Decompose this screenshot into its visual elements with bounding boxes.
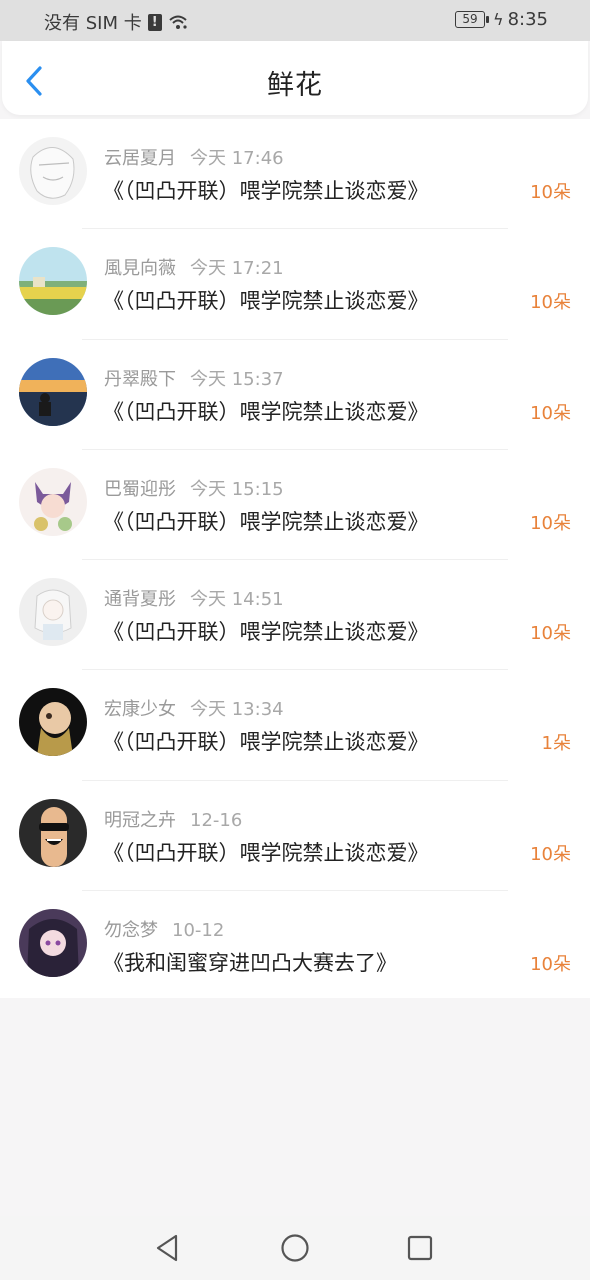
book-title: 《（凹凸开联）喂学院禁止谈恋爱》 — [103, 289, 429, 314]
flower-count: 10朵 — [530, 954, 571, 976]
flower-count: 10朵 — [530, 623, 571, 645]
username: 云居夏月 — [104, 148, 176, 169]
app-header: 鲜花 — [2, 41, 588, 115]
nav-back-button[interactable] — [152, 1232, 184, 1264]
list-item[interactable]: 巴蜀迎彤 今天 15:15 《（凹凸开联）喂学院禁止谈恋爱》 10朵 — [0, 450, 590, 561]
book-title: 《（凹凸开联）喂学院禁止谈恋爱》 — [103, 509, 429, 534]
username: 明冠之卉 — [104, 809, 176, 831]
book-title: 《（凹凸开联）喂学院禁止谈恋爱》 — [103, 730, 429, 755]
list-item[interactable]: 明冠之卉 12-16 《（凹凸开联）喂学院禁止谈恋爱》 10朵 — [0, 781, 590, 892]
timestamp: 12-16 — [190, 809, 243, 831]
sim-alert-icon: ! — [147, 13, 162, 31]
timestamp: 10-12 — [172, 920, 225, 942]
flower-count: 1朵 — [541, 733, 571, 755]
avatar[interactable] — [19, 357, 87, 426]
book-title: 《（凹凸开联）喂学院禁止谈恋爱》 — [103, 620, 429, 645]
username: 通背夏彤 — [104, 589, 176, 611]
book-title: 《（凹凸开联）喂学院禁止谈恋爱》 — [103, 179, 429, 203]
avatar[interactable] — [19, 798, 87, 867]
page-title: 鲜花 — [267, 70, 323, 101]
carrier-text: 没有 SIM 卡 — [44, 13, 142, 34]
wifi-icon — [168, 14, 188, 30]
username: 丹翠殿下 — [104, 368, 176, 390]
list-item[interactable]: 丹翠殿下 今天 15:37 《（凹凸开联）喂学院禁止谈恋爱》 10朵 — [0, 340, 590, 450]
system-nav-bar — [0, 1216, 590, 1280]
square-recents-icon — [407, 1235, 433, 1261]
triangle-back-icon — [156, 1234, 178, 1262]
status-bar: 没有 SIM 卡 ! 59 ϟ 8:35 — [0, 0, 590, 41]
list-item[interactable]: 通背夏彤 今天 14:51 《（凹凸开联）喂学院禁止谈恋爱》 10朵 — [0, 560, 590, 671]
timestamp: 今天 17:21 — [190, 258, 284, 280]
avatar[interactable] — [19, 909, 87, 978]
timestamp: 今天 17:46 — [190, 148, 284, 169]
flower-count: 10朵 — [530, 182, 571, 203]
username: 宏康少女 — [104, 699, 176, 721]
flower-record-list: 云居夏月 今天 17:46 《（凹凸开联）喂学院禁止谈恋爱》 10朵 風見向薇 今天… — [0, 119, 590, 998]
nav-recents-button[interactable] — [404, 1232, 436, 1264]
flower-count: 10朵 — [530, 512, 571, 534]
username: 風見向薇 — [104, 258, 176, 280]
timestamp: 今天 14:51 — [190, 589, 284, 611]
nav-home-button[interactable] — [279, 1232, 311, 1264]
username: 巴蜀迎彤 — [104, 478, 176, 500]
list-item[interactable]: 勿念梦 10-12 《我和闺蜜穿进凹凸大赛去了》 10朵 — [0, 891, 590, 1001]
timestamp: 今天 15:37 — [190, 368, 284, 390]
charging-icon: ϟ — [493, 10, 504, 29]
clock: 8:35 — [507, 9, 548, 30]
book-title: 《我和闺蜜穿进凹凸大赛去了》 — [103, 951, 397, 976]
avatar[interactable] — [19, 578, 87, 647]
avatar[interactable] — [19, 137, 87, 205]
avatar[interactable] — [19, 467, 87, 536]
timestamp: 今天 13:34 — [190, 699, 284, 721]
avatar[interactable] — [19, 688, 87, 757]
flower-count: 10朵 — [530, 843, 571, 865]
flower-count: 10朵 — [530, 292, 571, 314]
list-item[interactable]: 云居夏月 今天 17:46 《（凹凸开联）喂学院禁止谈恋爱》 10朵 — [0, 119, 590, 230]
avatar[interactable] — [19, 247, 87, 316]
timestamp: 今天 15:15 — [190, 478, 284, 500]
circle-home-icon — [281, 1234, 309, 1262]
battery-icon: 59 — [455, 11, 490, 28]
username: 勿念梦 — [104, 920, 158, 942]
list-item[interactable]: 風見向薇 今天 17:21 《（凹凸开联）喂学院禁止谈恋爱》 10朵 — [0, 229, 590, 340]
flower-count: 10朵 — [530, 402, 571, 424]
list-item[interactable]: 宏康少女 今天 13:34 《（凹凸开联）喂学院禁止谈恋爱》 1朵 — [0, 670, 590, 781]
book-title: 《（凹凸开联）喂学院禁止谈恋爱》 — [103, 840, 429, 865]
book-title: 《（凹凸开联）喂学院禁止谈恋爱》 — [103, 399, 429, 424]
